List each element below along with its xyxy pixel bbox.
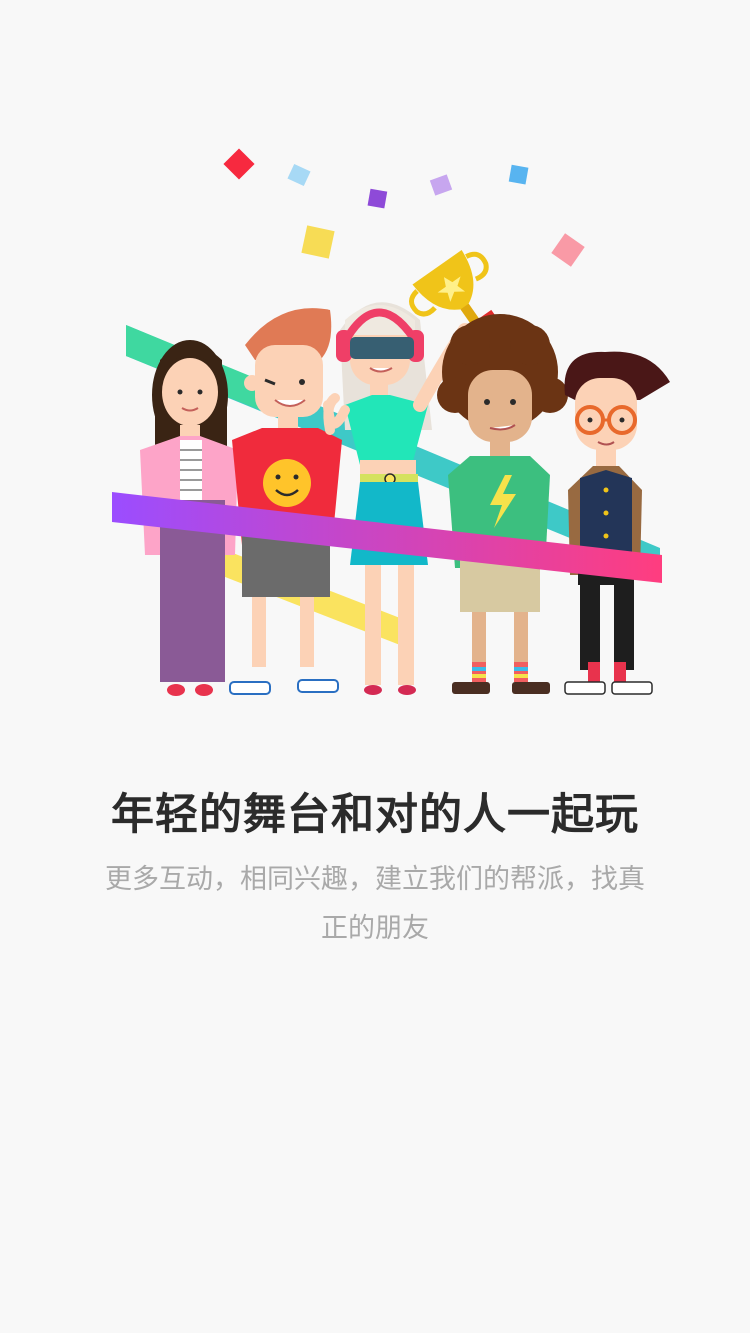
onboarding-title: 年轻的舞台和对的人一起玩 [111, 790, 639, 840]
person-boy-smiley-icon [229, 308, 342, 695]
onboarding-illustration [112, 148, 670, 696]
person-boy-glasses-icon [564, 351, 670, 695]
person-boy-curly-hair-icon [437, 314, 568, 694]
onboarding-subtitle: 更多互动，相同兴趣，建立我们的帮派，找真正的朋友 [105, 864, 645, 944]
confetti-icon [223, 148, 585, 267]
